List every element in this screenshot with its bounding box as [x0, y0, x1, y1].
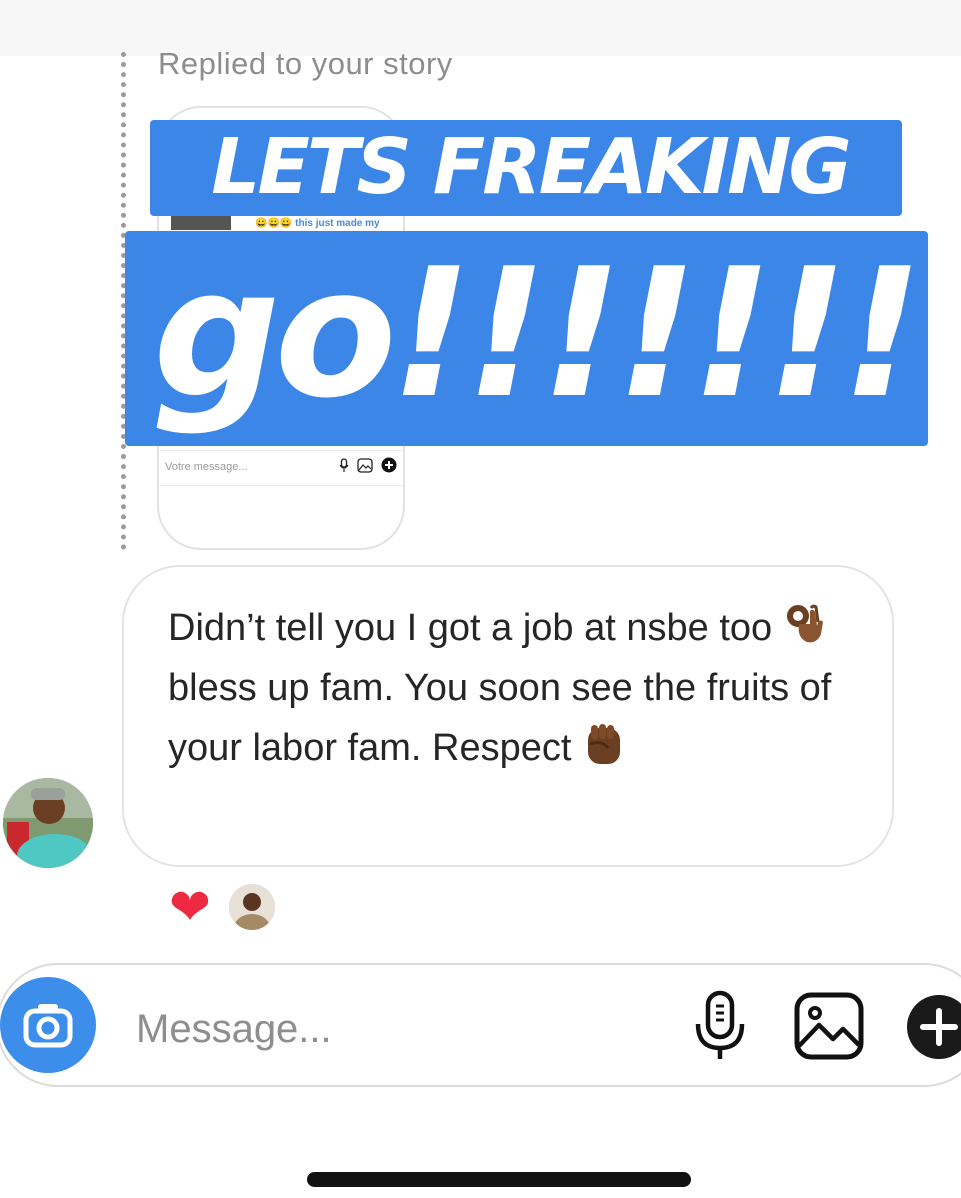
mini-microphone-icon: [339, 457, 349, 478]
mini-plus-icon: [381, 457, 397, 478]
ok-hand-emoji: [783, 602, 827, 646]
mini-gallery-icon: [357, 457, 373, 478]
message-input[interactable]: [134, 998, 658, 1060]
message-segment-1: Didn’t tell you I got a job at nsbe too: [168, 607, 773, 649]
camera-button[interactable]: [0, 977, 96, 1073]
plus-icon: [920, 1008, 958, 1046]
microphone-icon: [695, 990, 745, 1059]
reactor-avatar[interactable]: [227, 882, 277, 932]
reply-context-label: Replied to your story: [158, 46, 453, 81]
add-button[interactable]: [907, 995, 961, 1059]
story-preview-input: Votre message...: [159, 450, 403, 486]
overlay-text-bottom: go!!!!!!!: [153, 230, 923, 437]
story-preview-placeholder: Votre message...: [165, 461, 248, 473]
camera-icon: [23, 1004, 73, 1048]
overlay-text-top: LETS FREAKING: [211, 123, 852, 212]
gallery-button[interactable]: [793, 991, 865, 1061]
raised-fist-emoji: [582, 722, 626, 766]
top-bar: [0, 0, 961, 56]
heart-reaction-icon: ❤: [169, 879, 211, 935]
message-text: Didn’t tell you I got a job at nsbe too …: [168, 598, 868, 778]
microphone-button[interactable]: [693, 990, 747, 1062]
home-indicator[interactable]: [307, 1172, 691, 1187]
gallery-icon: [794, 992, 864, 1060]
sender-avatar[interactable]: [3, 778, 93, 868]
message-segment-2: bless up fam. You soon see the fruits of…: [168, 667, 832, 769]
